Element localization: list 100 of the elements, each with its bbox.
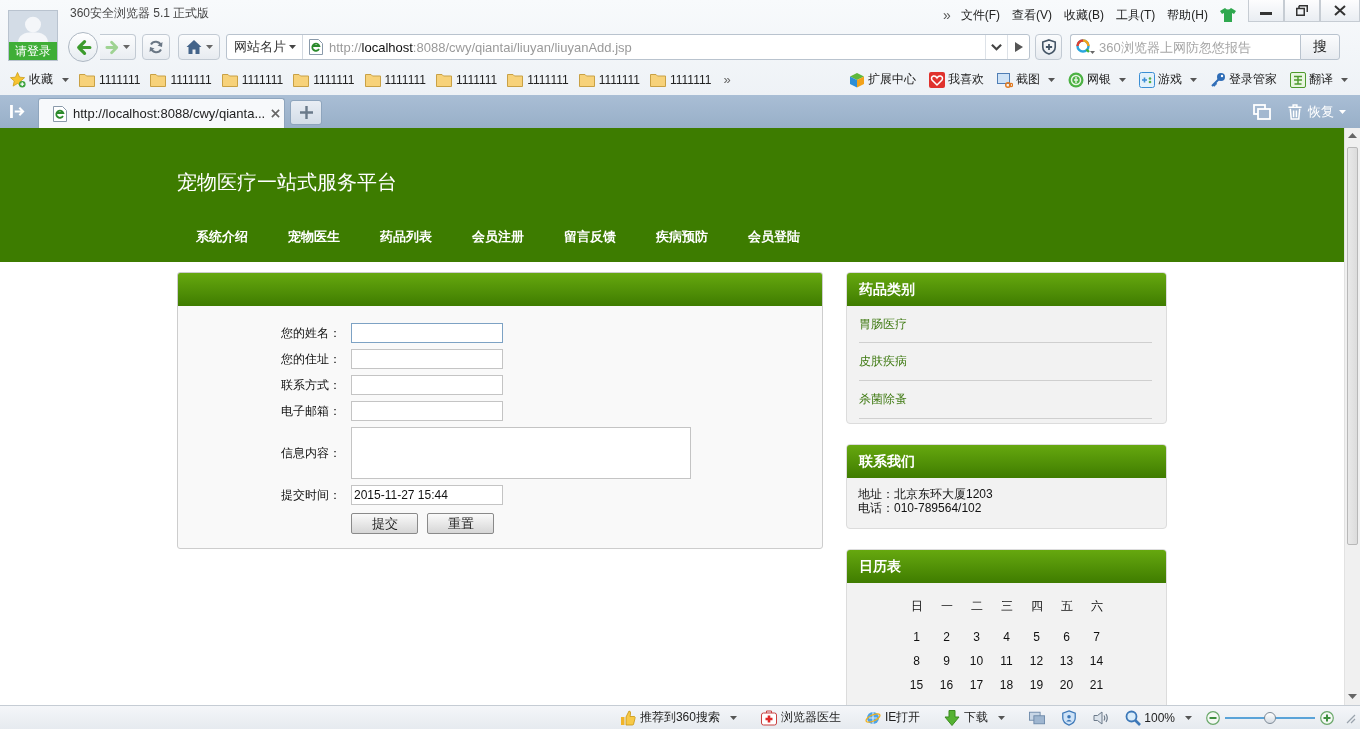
tile-icon [1290, 71, 1306, 88]
url-field[interactable]: http://localhost:8088/cwy/qiantai/liuyan/liuyanAdd.jsp [329, 39, 632, 55]
globe-icon [864, 709, 881, 726]
field-label: 联系方式： [281, 376, 341, 394]
bookmark-folder[interactable]: 1111111 [435, 68, 498, 91]
form-button[interactable]: 提交 [351, 513, 418, 534]
refresh-icon [148, 39, 164, 55]
folder-icon [650, 71, 666, 88]
nav-link[interactable]: 会员登陆 [748, 228, 800, 246]
nav-link[interactable]: 疾病预防 [656, 228, 708, 246]
category-link[interactable]: 杀菌除蚤 [859, 381, 1152, 419]
nav-link[interactable]: 药品列表 [380, 228, 432, 246]
windows-icon[interactable] [1253, 103, 1271, 120]
screenshot-icon [997, 71, 1013, 88]
zoom-out-button[interactable] [1206, 710, 1220, 725]
minimize-button[interactable] [1248, 0, 1284, 22]
bookmark-folder[interactable]: 1111111 [79, 68, 141, 91]
box-header: 联系我们 [847, 445, 1166, 478]
search-icon[interactable] [1075, 38, 1095, 56]
scroll-thumb[interactable] [1347, 147, 1358, 545]
status-button[interactable]: IE打开 [864, 709, 921, 726]
zoom-in-button[interactable] [1320, 710, 1334, 725]
site-card-button[interactable]: 网站名片 [227, 35, 303, 59]
bookmark-folder[interactable]: 1111111 [293, 68, 355, 91]
status-button[interactable]: 推荐到360搜索 [619, 709, 737, 726]
text-field[interactable] [351, 349, 503, 369]
menu-item[interactable]: 帮助(H) [1167, 6, 1208, 24]
search-button[interactable]: 搜 [1300, 34, 1340, 60]
browser-tab[interactable]: http://localhost:8088/cwy/qianta... [38, 98, 285, 128]
bookmarks-overflow-button[interactable]: » [723, 72, 731, 87]
windows-icon[interactable] [1029, 709, 1046, 726]
toolbar-button[interactable]: 扩展中心 [849, 68, 916, 91]
weekday-label: 四 [1030, 597, 1043, 615]
caret-icon [123, 45, 130, 49]
menu-item[interactable]: 工具(T) [1116, 6, 1156, 24]
toolbar-button[interactable]: 网银 [1068, 68, 1126, 91]
minus-icon [1206, 710, 1220, 725]
search-field[interactable]: 360浏览器上网防忽悠报告 [1070, 34, 1300, 60]
page-icon [309, 39, 323, 55]
calendar-day: 10 [969, 654, 984, 668]
menu-item[interactable]: 文件(F) [960, 6, 1000, 24]
menu-item[interactable]: 收藏(B) [1064, 6, 1104, 24]
vertical-scrollbar[interactable] [1344, 128, 1360, 705]
menu-item[interactable]: 查看(V) [1012, 6, 1052, 24]
text-field[interactable] [351, 401, 503, 421]
nav-link[interactable]: 系统介绍 [196, 228, 248, 246]
toolbar-button[interactable]: 我喜欢 [929, 68, 984, 91]
calendar-day: 3 [973, 630, 980, 644]
text-field[interactable]: 2015-11-27 15:44 [351, 485, 503, 505]
field-label: 信息内容： [281, 444, 341, 462]
security-button[interactable] [1035, 34, 1062, 60]
up-arrow-icon[interactable] [1348, 133, 1357, 138]
back-button[interactable] [68, 32, 98, 62]
refresh-button[interactable] [142, 34, 170, 60]
status-button[interactable]: 下载 [944, 709, 1006, 726]
magnifier-icon [1125, 709, 1142, 726]
menu-overflow-button[interactable]: » [942, 7, 951, 23]
favorites-button[interactable]: 收藏 [10, 68, 69, 91]
toolbar-button[interactable]: 翻译 [1290, 68, 1348, 91]
toolbar-button[interactable]: 截图 [997, 68, 1055, 91]
sidebar-toggle-icon[interactable] [10, 105, 25, 118]
play-icon [1014, 42, 1023, 52]
zoom-menu-button[interactable]: 100% [1144, 710, 1192, 725]
bookmark-folder[interactable]: 1111111 [221, 68, 284, 91]
new-tab-button[interactable] [290, 100, 322, 125]
nav-link[interactable]: 会员注册 [472, 228, 524, 246]
text-field[interactable] [351, 323, 503, 343]
close-icon[interactable] [271, 109, 281, 118]
form-button[interactable]: 重置 [427, 513, 494, 534]
folder-icon [507, 71, 524, 88]
gamepad-icon [1139, 71, 1155, 88]
toolbar-button[interactable]: 登录管家 [1210, 68, 1277, 91]
bookmark-folder[interactable]: 1111111 [150, 68, 212, 91]
bookmark-folder[interactable]: 1111111 [650, 68, 712, 91]
calendar-day: 20 [1059, 678, 1074, 692]
speaker-icon[interactable] [1093, 709, 1110, 726]
category-link[interactable]: 胃肠医疗 [859, 306, 1152, 343]
slider-thumb[interactable] [1264, 711, 1276, 724]
shield-icon[interactable] [1061, 709, 1078, 726]
down-arrow-icon[interactable] [1348, 694, 1357, 699]
close-button[interactable] [1320, 0, 1360, 22]
bookmark-folder[interactable]: 1111111 [578, 68, 640, 91]
restore-button[interactable] [1284, 0, 1320, 22]
calendar-day: 12 [1029, 654, 1044, 668]
nav-link[interactable]: 宠物医生 [288, 228, 340, 246]
category-link[interactable]: 皮肤疾病 [859, 343, 1152, 381]
home-button[interactable] [178, 34, 220, 60]
text-field[interactable] [351, 375, 503, 395]
minimize-icon [1260, 12, 1272, 15]
folder-icon [221, 71, 238, 88]
status-button[interactable]: 浏览器医生 [760, 709, 841, 726]
calendar-day: 11 [1000, 654, 1013, 668]
shirt-icon[interactable] [1220, 8, 1236, 22]
bookmark-folder[interactable]: 1111111 [507, 68, 569, 91]
arrow-right-icon [105, 39, 120, 55]
nav-link[interactable]: 留言反馈 [564, 228, 616, 246]
bookmark-folder[interactable]: 1111111 [364, 68, 426, 91]
site-title: 宠物医疗一站式服务平台 [177, 170, 397, 194]
toolbar-button[interactable]: 游戏 [1139, 68, 1197, 91]
calendar-day: 9 [943, 654, 950, 668]
